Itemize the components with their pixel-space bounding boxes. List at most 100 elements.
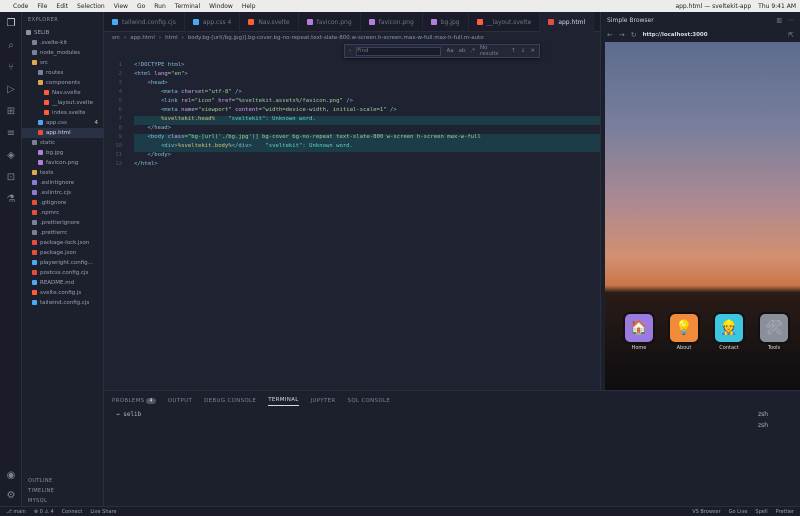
match-case-button[interactable]: Aa: [446, 48, 453, 54]
file-tree-item[interactable]: .prettierignore: [22, 218, 104, 228]
menu-item[interactable]: View: [114, 3, 128, 10]
editor-tab[interactable]: app.css 4: [185, 12, 241, 32]
status-item[interactable]: Prettier: [776, 509, 794, 515]
test-icon[interactable]: ⚗: [5, 194, 17, 206]
file-tree-item[interactable]: components: [22, 78, 104, 88]
terminal-instance-2[interactable]: zsh: [758, 422, 768, 429]
file-tree-item[interactable]: node_modules: [22, 48, 104, 58]
close-icon[interactable]: ✕: [530, 48, 535, 54]
regex-button[interactable]: .*: [471, 48, 476, 54]
breadcrumb-segment[interactable]: body.bg-[url(/bg.jpg)].bg-cover.bg-no-re…: [188, 35, 484, 41]
more-actions-icon[interactable]: ⋯: [788, 17, 794, 24]
editor-tab[interactable]: Nav.svelte: [240, 12, 299, 32]
status-item[interactable]: ⎇ main: [6, 509, 26, 515]
file-tree-item[interactable]: README.md: [22, 278, 104, 288]
search-icon[interactable]: ⌕: [5, 40, 17, 52]
file-tree-item[interactable]: bg.jpg: [22, 148, 104, 158]
breadcrumb-segment[interactable]: html: [165, 35, 178, 41]
sidebar-section-mysql[interactable]: MYSQL: [22, 496, 104, 506]
file-tree-item[interactable]: __layout.svelte: [22, 98, 104, 108]
back-icon[interactable]: ←: [607, 31, 613, 39]
editor-tab[interactable]: __layout.svelte: [469, 12, 541, 32]
menu-item[interactable]: Run: [154, 3, 166, 10]
sidebar-section-timeline[interactable]: TIMELINE: [22, 486, 104, 496]
breadcrumb-segment[interactable]: app.html: [130, 35, 155, 41]
reload-icon[interactable]: ↻: [631, 31, 637, 39]
terminal-prompt[interactable]: → selib: [116, 411, 141, 418]
menu-item[interactable]: Go: [137, 3, 145, 10]
file-tree-item[interactable]: svelte.config.js: [22, 288, 104, 298]
status-item[interactable]: ⊗ 0 ⚠ 4: [34, 509, 54, 515]
menu-item[interactable]: File: [37, 3, 47, 10]
app-tools-button[interactable]: 🛠: [758, 312, 790, 344]
status-item[interactable]: Go Live: [729, 509, 748, 515]
file-tree-item[interactable]: .gitignore: [22, 198, 104, 208]
file-tree-item[interactable]: playwright.config...: [22, 258, 104, 268]
panel-tab-sql-console[interactable]: SQL CONSOLE: [348, 398, 391, 404]
file-tree-item[interactable]: package.json: [22, 248, 104, 258]
remote-icon[interactable]: ⊡: [5, 172, 17, 184]
file-tree-item[interactable]: app.html: [22, 128, 104, 138]
menu-item[interactable]: Selection: [77, 3, 105, 10]
forward-icon[interactable]: →: [619, 31, 625, 39]
file-tree-item[interactable]: .prettierrc: [22, 228, 104, 238]
menu-item[interactable]: Window: [209, 3, 233, 10]
file-tree-item[interactable]: tailwind.config.cjs: [22, 298, 104, 308]
chevron-right-icon[interactable]: ›: [349, 48, 351, 54]
open-external-icon[interactable]: ⇱: [788, 31, 794, 39]
file-tree-item[interactable]: .npmrc: [22, 208, 104, 218]
file-tree-item[interactable]: tests: [22, 168, 104, 178]
file-tree-item[interactable]: package-lock.json: [22, 238, 104, 248]
terminal-instance-1[interactable]: zsh: [758, 411, 768, 418]
file-tree-item[interactable]: SELIB: [22, 28, 104, 38]
status-item[interactable]: Live Share: [90, 509, 116, 515]
file-tree-item[interactable]: .eslintrc.cjs: [22, 188, 104, 198]
app-about-button[interactable]: 💡: [668, 312, 700, 344]
browser-viewport[interactable]: 🏠 Home 💡 About 👷 Contact 🛠 Tools: [605, 42, 800, 390]
whole-word-button[interactable]: ab: [459, 48, 466, 54]
app-home-button[interactable]: 🏠: [623, 312, 655, 344]
menu-item[interactable]: Code: [13, 3, 28, 10]
extensions-icon[interactable]: ⊞: [5, 106, 17, 118]
editor-tab[interactable]: favicon.png: [361, 12, 423, 32]
menu-item[interactable]: Help: [242, 3, 256, 10]
file-tree-item[interactable]: favicon.png: [22, 158, 104, 168]
editor-tab[interactable]: bg.jpg: [423, 12, 469, 32]
file-tree-item[interactable]: routes: [22, 68, 104, 78]
app-contact-button[interactable]: 👷: [713, 312, 745, 344]
docker-icon[interactable]: ◈: [5, 150, 17, 162]
run-debug-icon[interactable]: ▷: [5, 84, 17, 96]
file-tree-item[interactable]: Nav.svelte: [22, 88, 104, 98]
file-tree-item[interactable]: index.svelte: [22, 108, 104, 118]
panel-tab-output[interactable]: OUTPUT: [168, 398, 192, 404]
url-bar[interactable]: http://localhost:3000: [643, 32, 708, 38]
file-tree-item[interactable]: postcss.config.cjs: [22, 268, 104, 278]
panel-tab-jupyter[interactable]: JUPYTER: [311, 398, 336, 404]
arrow-down-icon[interactable]: ↓: [521, 48, 526, 54]
find-input[interactable]: [356, 46, 442, 56]
editor-tab[interactable]: favicon.png: [299, 12, 361, 32]
file-tree-item[interactable]: static: [22, 138, 104, 148]
panel-tab-problems[interactable]: PROBLEMS 4: [112, 398, 156, 404]
file-tree-item[interactable]: src: [22, 58, 104, 68]
status-item[interactable]: VS Browser: [692, 509, 720, 515]
menu-item[interactable]: Terminal: [175, 3, 200, 10]
source-control-icon[interactable]: ⑂: [5, 62, 17, 74]
database-icon[interactable]: ≡: [5, 128, 17, 140]
file-tree-item[interactable]: .svelte-kit: [22, 38, 104, 48]
sidebar-section-outline[interactable]: OUTLINE: [22, 476, 104, 486]
breadcrumb-segment[interactable]: src: [112, 35, 120, 41]
settings-icon[interactable]: ⚙: [5, 490, 17, 502]
arrow-up-icon[interactable]: ↑: [511, 48, 516, 54]
panel-tab-terminal[interactable]: TERMINAL: [268, 397, 299, 406]
status-item[interactable]: Spell: [755, 509, 767, 515]
editor-tab[interactable]: tailwind.config.cjs: [104, 12, 185, 32]
explorer-icon[interactable]: ❐: [5, 18, 17, 30]
split-editor-icon[interactable]: ▥: [776, 17, 782, 24]
menu-item[interactable]: Edit: [56, 3, 68, 10]
panel-tab-debug-console[interactable]: DEBUG CONSOLE: [204, 398, 256, 404]
code-editor[interactable]: 1 <!DOCTYPE html> 2 <html lang="en"> 3 <head…: [104, 58, 600, 390]
file-tree-item[interactable]: app.css 4: [22, 118, 104, 128]
accounts-icon[interactable]: ◉: [5, 470, 17, 482]
status-item[interactable]: Connect: [62, 509, 83, 515]
